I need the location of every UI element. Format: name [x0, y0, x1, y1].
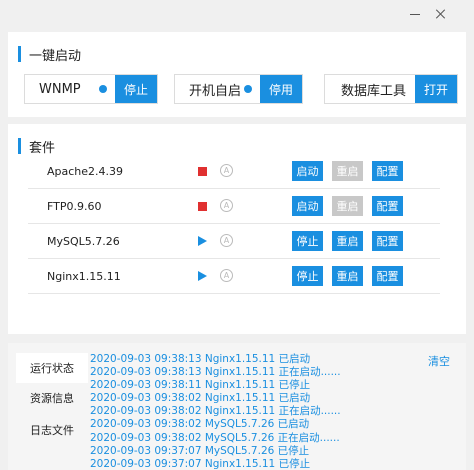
config-button[interactable]: 配置 [372, 266, 403, 286]
quick-start-panel: 一键启动 WNMP 停止 开机自启 停用 数据库工具 打开 [8, 32, 466, 117]
close-icon[interactable] [432, 5, 450, 23]
db-tool-open-button[interactable]: 打开 [414, 75, 457, 103]
log-output: 2020-09-03 09:38:13 Nginx1.15.11 已启动 202… [90, 353, 440, 470]
suite-panel: 套件 Apache2.4.39 A 启动 重启 配置 FTP0.9.60 A 启… [8, 124, 466, 334]
auto-start-icon[interactable]: A [220, 199, 233, 212]
minimize-icon[interactable] [406, 5, 424, 23]
running-play-icon [198, 236, 207, 246]
stopped-square-icon [198, 167, 207, 176]
restart-button[interactable]: 重启 [332, 231, 363, 251]
log-line: 2020-09-03 09:38:02 MySQL5.7.26 已启动 [90, 418, 310, 431]
config-button[interactable]: 配置 [372, 161, 403, 181]
stop-button[interactable]: 停止 [292, 231, 323, 251]
log-line: 2020-09-03 09:38:02 Nginx1.15.11 正在启动...… [90, 405, 341, 418]
db-tool-label: 数据库工具 [341, 83, 407, 99]
log-line: 2020-09-03 09:38:02 MySQL5.7.26 正在启动....… [90, 431, 340, 444]
restart-button[interactable]: 重启 [332, 266, 363, 286]
restart-button[interactable]: 重启 [332, 161, 363, 181]
suite-row-ftp: FTP0.9.60 A 启动 重启 配置 [28, 189, 440, 224]
log-line: 2020-09-03 09:38:11 Nginx1.15.11 已停止 [90, 379, 311, 392]
autostart-label: 开机自启 [189, 83, 242, 99]
section-accent-bar [18, 138, 21, 154]
log-line: 2020-09-03 09:38:13 Nginx1.15.11 正在启动...… [90, 366, 341, 379]
log-line: 2020-09-03 09:37:07 MySQL5.7.26 已停止 [90, 444, 310, 457]
service-name: MySQL5.7.26 [47, 235, 120, 248]
tab-resource-info[interactable]: 资源信息 [16, 383, 88, 413]
config-button[interactable]: 配置 [372, 196, 403, 216]
section-accent-bar [18, 46, 21, 62]
config-button[interactable]: 配置 [372, 231, 403, 251]
service-name: FTP0.9.60 [47, 200, 102, 213]
suite-title: 套件 [18, 136, 55, 156]
quick-start-title-text: 一键启动 [29, 48, 82, 64]
clear-log-link[interactable]: 清空 [428, 353, 450, 369]
suite-row-apache: Apache2.4.39 A 启动 重启 配置 [28, 154, 440, 189]
service-name: Apache2.4.39 [47, 165, 124, 178]
wnmp-status-dot-icon [98, 85, 107, 93]
stopped-square-icon [198, 202, 207, 211]
autostart-box: 开机自启 停用 [174, 74, 303, 104]
auto-start-icon[interactable]: A [220, 269, 233, 282]
tab-running-status[interactable]: 运行状态 [16, 353, 88, 383]
suite-row-nginx: Nginx1.15.11 A 停止 重启 配置 [28, 259, 440, 294]
service-name: Nginx1.15.11 [47, 270, 121, 283]
auto-start-icon[interactable]: A [220, 234, 233, 247]
stop-button[interactable]: 停止 [292, 266, 323, 286]
status-tabs: 运行状态 资源信息 日志文件 [16, 343, 88, 470]
auto-start-icon[interactable]: A [220, 164, 233, 177]
log-line: 2020-09-03 09:37:07 Nginx1.15.11 已停止 [90, 457, 311, 470]
wnmp-stop-button[interactable]: 停止 [114, 75, 157, 103]
wnmp-label: WNMP [39, 81, 81, 97]
quick-start-title: 一键启动 [18, 44, 81, 64]
start-button[interactable]: 启动 [292, 196, 323, 216]
wnmp-box: WNMP 停止 [24, 74, 158, 104]
start-button[interactable]: 启动 [292, 161, 323, 181]
db-tool-box: 数据库工具 打开 [324, 74, 458, 104]
running-play-icon [198, 271, 207, 281]
suite-row-mysql: MySQL5.7.26 A 停止 重启 配置 [28, 224, 440, 259]
status-panel: 运行状态 资源信息 日志文件 2020-09-03 09:38:13 Nginx… [8, 343, 466, 470]
title-bar [0, 0, 474, 30]
log-line: 2020-09-03 09:38:13 Nginx1.15.11 已启动 [90, 353, 311, 365]
tab-log-files[interactable]: 日志文件 [16, 415, 88, 445]
suite-title-text: 套件 [29, 140, 56, 156]
autostart-status-dot-icon [243, 85, 252, 93]
log-line: 2020-09-03 09:38:02 Nginx1.15.11 已启动 [90, 392, 311, 405]
autostart-disable-button[interactable]: 停用 [259, 75, 302, 103]
restart-button[interactable]: 重启 [332, 196, 363, 216]
